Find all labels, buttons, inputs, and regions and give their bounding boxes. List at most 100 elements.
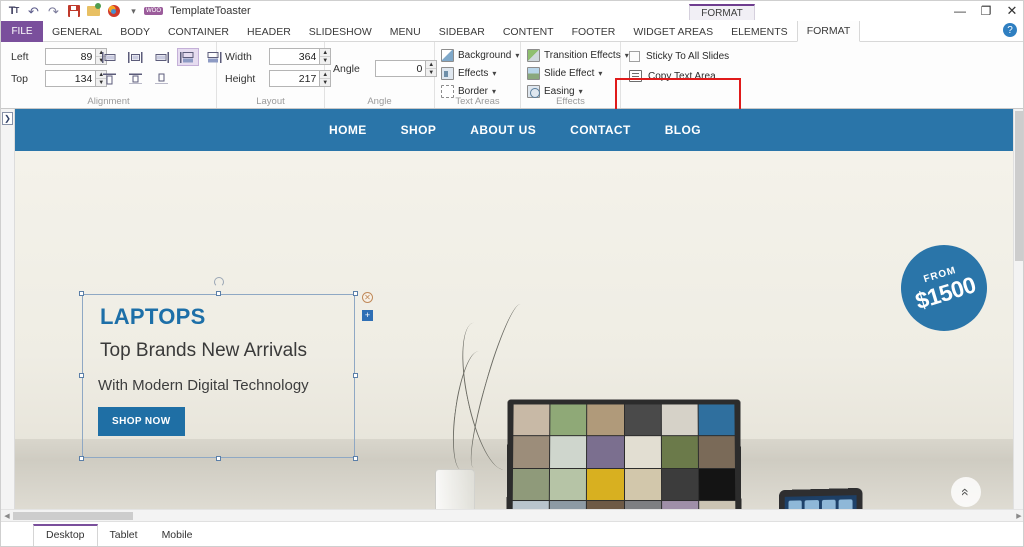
slide-effect-label: Slide Effect (544, 67, 595, 79)
resize-handle-ne[interactable] (353, 291, 358, 296)
width-stepper[interactable]: ▲▼ (269, 48, 331, 65)
angle-input[interactable] (376, 61, 426, 76)
ribbon-group-slide-options: Sticky To All Slides Copy Text Area (621, 42, 1023, 108)
width-input[interactable] (270, 49, 320, 64)
angle-stepper[interactable]: ▲▼ (375, 60, 437, 77)
export-browser-icon[interactable] (106, 4, 121, 19)
slideshow-hero: FROM $1500 ✕ + LAPTOPS Top Brands New Ar… (15, 151, 1015, 523)
align-left-button[interactable] (99, 48, 121, 66)
tab-tablet[interactable]: Tablet (98, 526, 150, 546)
tab-mobile[interactable]: Mobile (150, 526, 205, 546)
dropdown-dot-icon[interactable]: ▾ (126, 4, 141, 19)
canvas-horizontal-scrollbar[interactable]: ◀ ▶ (1, 509, 1023, 521)
height-stepper[interactable]: ▲▼ (269, 70, 331, 87)
nav-item-blog[interactable]: BLOG (665, 123, 701, 137)
ribbon-group-angle: Angle ▲▼ Angle (325, 42, 437, 108)
tab-menu[interactable]: MENU (381, 21, 430, 42)
resize-handle-se[interactable] (353, 456, 358, 461)
woocommerce-icon[interactable]: WOO (144, 4, 163, 19)
open-folder-icon[interactable] (86, 3, 101, 19)
tab-footer[interactable]: FOOTER (563, 21, 625, 42)
tab-container[interactable]: CONTAINER (159, 21, 238, 42)
tab-content[interactable]: CONTENT (494, 21, 563, 42)
minimize-button[interactable]: — (947, 1, 973, 21)
restore-button[interactable]: ❐ (973, 1, 999, 21)
quick-access-toolbar: TT ↶ ↷ ▾ WOO (1, 3, 163, 19)
resize-handle-sw[interactable] (79, 456, 84, 461)
add-text-area-icon[interactable]: + (362, 310, 373, 321)
tab-format[interactable]: FORMAT (796, 21, 861, 42)
effects-menu-item[interactable]: Effects ▾ (441, 64, 519, 82)
tab-slideshow[interactable]: SLIDESHOW (300, 21, 381, 42)
scroll-left-icon[interactable]: ◀ (1, 512, 13, 520)
scroll-to-top-icon[interactable]: « (951, 477, 981, 507)
effects-caret-icon[interactable]: ▾ (492, 69, 496, 78)
top-input[interactable] (46, 71, 96, 86)
background-menu-item[interactable]: Background ▾ (441, 46, 519, 64)
slide-effect-menu-item[interactable]: Slide Effect ▾ (527, 64, 629, 82)
align-vertical-bottom-button[interactable] (151, 69, 173, 87)
align-vertical-top-button[interactable] (99, 69, 121, 87)
redo-icon[interactable]: ↷ (46, 4, 61, 19)
top-stepper[interactable]: ▲▼ (45, 70, 107, 87)
close-button[interactable]: ✕ (999, 1, 1023, 21)
rotate-handle[interactable] (213, 277, 224, 287)
height-label: Height (225, 72, 256, 85)
tab-header[interactable]: HEADER (238, 21, 300, 42)
laptop-screen-collage (512, 404, 736, 523)
align-top-button[interactable] (177, 48, 199, 66)
text-tool-icon[interactable]: TT (6, 4, 21, 19)
horizontal-scroll-thumb[interactable] (13, 511, 133, 520)
vertical-scroll-thumb[interactable] (1015, 111, 1023, 261)
nav-item-about-us[interactable]: ABOUT US (470, 123, 536, 137)
expand-panel-icon[interactable]: ❯ (2, 112, 13, 125)
align-right-button[interactable] (151, 48, 173, 66)
resize-handle-n[interactable] (215, 291, 221, 296)
left-label: Left (11, 50, 29, 63)
slide-headline[interactable]: LAPTOPS (100, 304, 206, 330)
angle-group-title: Angle (367, 96, 392, 107)
border-caret-icon[interactable]: ▾ (492, 87, 496, 96)
align-middle-button[interactable] (125, 69, 147, 87)
ribbon-group-text-areas: Background ▾ Effects ▾ Border ▾ Text Are… (435, 42, 521, 108)
background-caret-icon[interactable]: ▾ (515, 51, 519, 60)
scroll-right-icon[interactable]: ▶ (1013, 512, 1023, 520)
tab-general[interactable]: GENERAL (43, 21, 111, 42)
align-center-horizontal-button[interactable] (125, 48, 147, 66)
contextual-format-tab[interactable]: FORMAT (689, 4, 755, 20)
selected-text-area[interactable]: ✕ + LAPTOPS Top Brands New Arrivals With… (79, 277, 373, 461)
nav-item-shop[interactable]: SHOP (401, 123, 437, 137)
resize-handle-w[interactable] (79, 373, 84, 378)
resize-handle-s[interactable] (215, 456, 221, 461)
slide-tagline[interactable]: With Modern Digital Technology (98, 377, 309, 394)
horizontal-scroll-track[interactable] (13, 511, 1013, 521)
nav-item-home[interactable]: HOME (329, 123, 367, 137)
transition-effects-menu-item[interactable]: Transition Effects ▾ (527, 46, 629, 64)
tab-sidebar[interactable]: SIDEBAR (430, 21, 494, 42)
resize-handle-e[interactable] (353, 373, 358, 378)
tab-elements[interactable]: ELEMENTS (722, 21, 797, 42)
tab-widget-areas[interactable]: WIDGET AREAS (624, 21, 722, 42)
nav-item-contact[interactable]: CONTACT (570, 123, 631, 137)
save-icon[interactable] (66, 4, 81, 19)
undo-icon[interactable]: ↶ (26, 4, 41, 19)
tab-body[interactable]: BODY (111, 21, 159, 42)
easing-caret-icon[interactable]: ▾ (579, 87, 583, 96)
width-label: Width (225, 50, 252, 63)
slide-effect-caret-icon[interactable]: ▾ (598, 69, 602, 78)
background-label: Background (458, 49, 512, 61)
tab-desktop[interactable]: Desktop (33, 524, 98, 546)
sticky-to-all-slides-checkbox[interactable] (629, 50, 640, 62)
tab-file[interactable]: FILE (1, 21, 43, 42)
copy-text-area-row[interactable]: Copy Text Area (629, 66, 729, 86)
canvas-vertical-scrollbar[interactable] (1013, 109, 1023, 511)
left-input[interactable] (46, 49, 96, 64)
left-stepper[interactable]: ▲▼ (45, 48, 107, 65)
shop-now-button[interactable]: SHOP NOW (98, 407, 185, 436)
height-input[interactable] (270, 71, 320, 86)
sticky-to-all-slides-row[interactable]: Sticky To All Slides (629, 46, 729, 66)
slide-subheadline[interactable]: Top Brands New Arrivals (100, 340, 307, 362)
resize-handle-nw[interactable] (79, 291, 84, 296)
help-icon[interactable]: ? (1003, 23, 1017, 37)
delete-text-area-icon[interactable]: ✕ (362, 292, 373, 303)
